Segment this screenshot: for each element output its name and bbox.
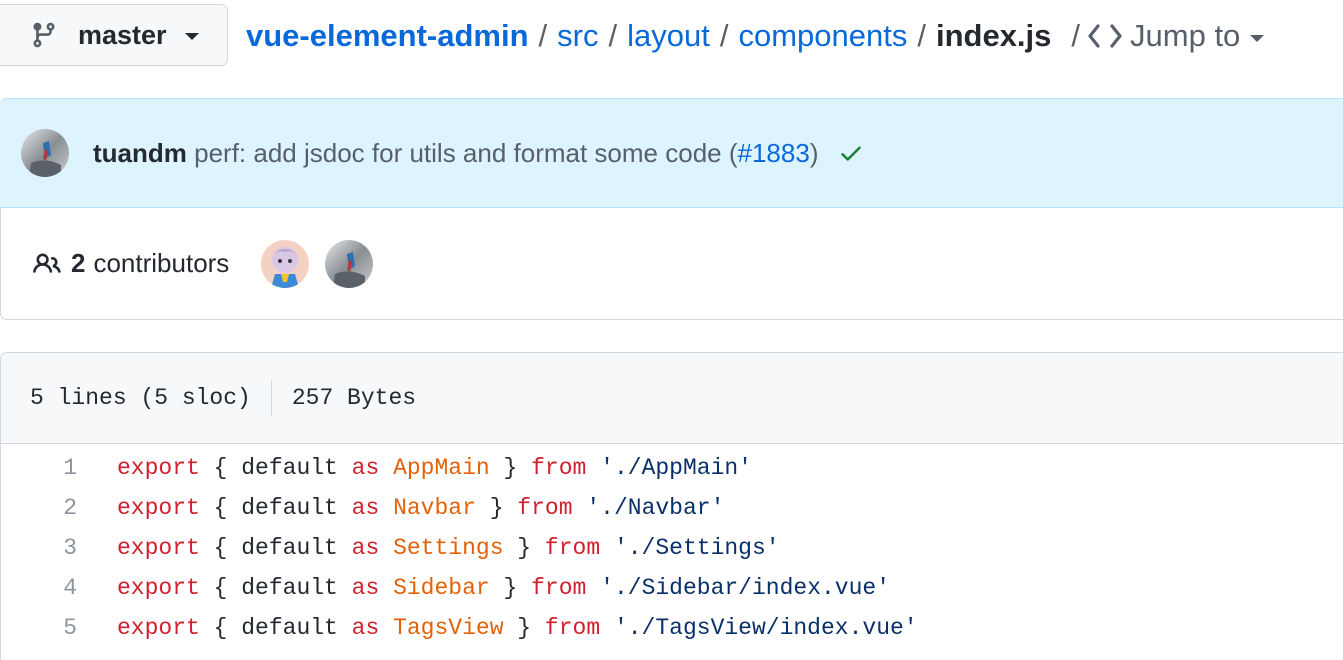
breadcrumb-separator: /	[538, 18, 548, 53]
file-size: 257 Bytes	[291, 385, 417, 411]
commit-summary: tuandm perf: add jsdoc for utils and for…	[93, 138, 818, 169]
avatar[interactable]	[325, 239, 374, 288]
line-code: export { default as TagsView } from './T…	[117, 615, 918, 641]
code-line: 5 export { default as TagsView } from '.…	[1, 608, 1343, 648]
git-branch-icon	[33, 22, 55, 48]
contributors-label[interactable]: contributors	[93, 248, 229, 279]
code-listing: 1 export { default as AppMain } from './…	[1, 444, 1343, 648]
breadcrumb-separator: /	[1071, 18, 1081, 53]
code-line: 4 export { default as Sidebar } from './…	[1, 568, 1343, 608]
breadcrumb-repo-link[interactable]: vue-element-admin	[246, 18, 529, 54]
line-code: export { default as Settings } from './S…	[117, 535, 780, 561]
jump-to-button[interactable]: / Jump to	[1071, 18, 1265, 54]
breadcrumb-layout-link[interactable]: layout	[627, 18, 710, 54]
commit-message-end: )	[809, 137, 819, 168]
line-number[interactable]: 5	[1, 615, 77, 641]
breadcrumb-separator: /	[917, 18, 926, 53]
avatar[interactable]	[261, 239, 310, 288]
file-line-count: 5 lines (5 sloc)	[30, 385, 251, 411]
line-number[interactable]: 4	[1, 575, 77, 601]
breadcrumb-components-link[interactable]: components	[738, 18, 907, 54]
commit-author-link[interactable]: tuandm	[93, 138, 187, 168]
breadcrumb-separator: /	[719, 18, 729, 53]
chevron-down-icon	[1250, 34, 1265, 42]
code-line: 2 export { default as Navbar } from './N…	[1, 488, 1343, 528]
people-icon	[33, 252, 61, 273]
contributors-count[interactable]: 2	[71, 248, 85, 279]
code-line: 3 export { default as Settings } from '.…	[1, 528, 1343, 568]
code-icon	[1088, 24, 1122, 48]
commit-message-text: perf: add jsdoc for utils and format som…	[194, 137, 738, 168]
line-code: export { default as Navbar } from './Nav…	[117, 495, 725, 521]
jump-to-label: Jump to	[1130, 18, 1241, 53]
contributor-avatars	[261, 239, 374, 288]
breadcrumb-src-link[interactable]: src	[557, 18, 598, 54]
latest-commit-box: tuandm perf: add jsdoc for utils and for…	[0, 98, 1343, 208]
breadcrumb: vue-element-admin / src / layout / compo…	[246, 14, 1265, 58]
breadcrumb-file-name: index.js	[935, 18, 1052, 53]
branch-selector-button[interactable]: master	[0, 4, 228, 66]
line-number[interactable]: 3	[1, 535, 77, 561]
chevron-down-icon	[184, 33, 199, 40]
branch-name: master	[78, 19, 167, 50]
contributors-row: 2 contributors	[0, 208, 1343, 320]
line-number[interactable]: 1	[1, 455, 77, 481]
breadcrumb-separator: /	[608, 18, 618, 53]
line-number[interactable]: 2	[1, 495, 77, 521]
commit-message[interactable]: perf: add jsdoc for utils and format som…	[194, 138, 818, 168]
file-viewer: 5 lines (5 sloc) 257 Bytes 1 export { de…	[0, 352, 1343, 660]
commit-pr-link[interactable]: #1883	[738, 138, 810, 168]
line-code: export { default as AppMain } from './Ap…	[117, 455, 752, 481]
avatar[interactable]	[21, 129, 69, 177]
file-info-header: 5 lines (5 sloc) 257 Bytes	[1, 353, 1343, 444]
divider	[270, 380, 272, 416]
check-icon[interactable]	[838, 140, 864, 166]
code-line: 1 export { default as AppMain } from './…	[1, 448, 1343, 488]
line-code: export { default as Sidebar } from './Si…	[117, 575, 891, 601]
